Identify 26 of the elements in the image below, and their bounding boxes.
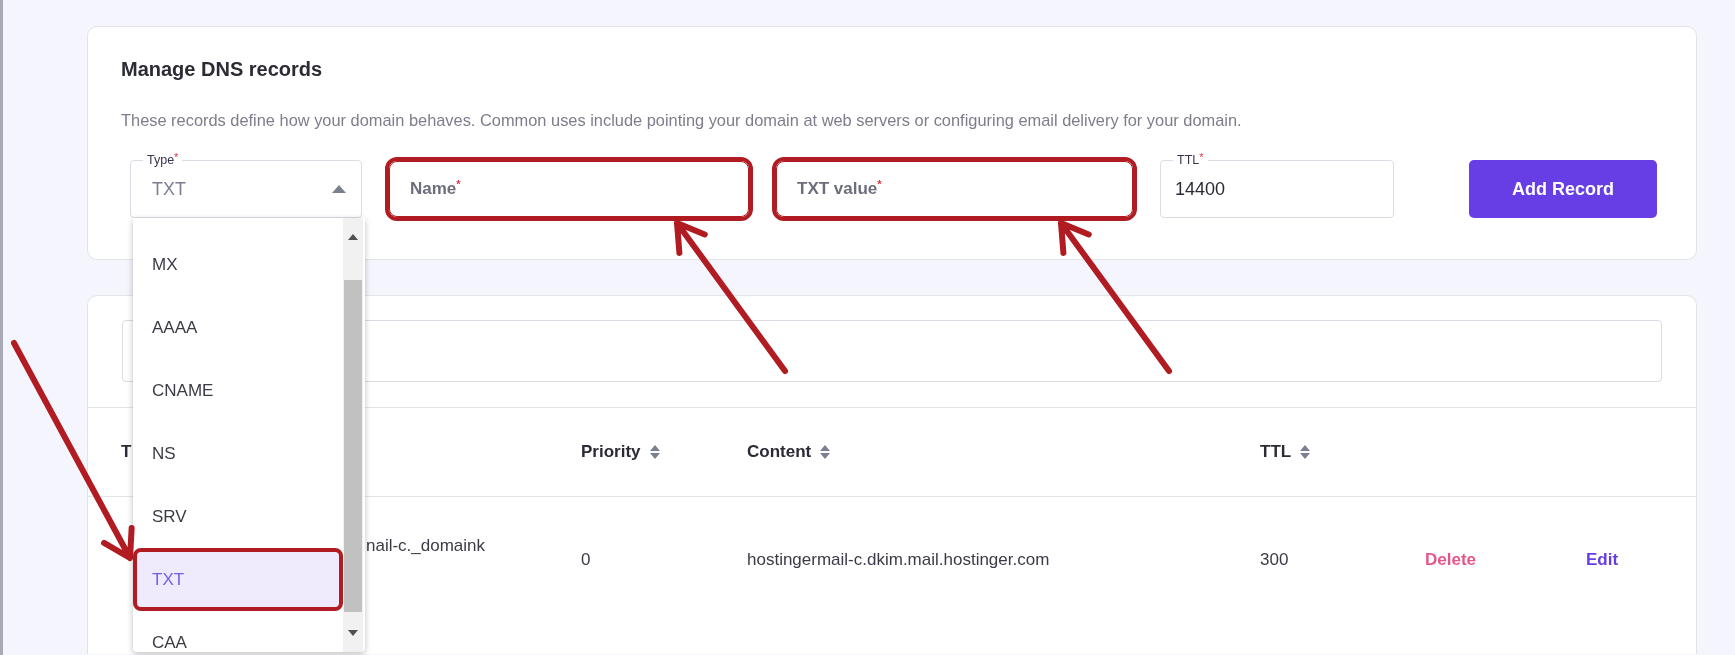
sort-icon: [1300, 445, 1311, 459]
field-label: Type$^{*}$: [143, 152, 183, 168]
section-title: Manage DNS records: [121, 57, 324, 81]
add-record-button[interactable]: Add Record: [1469, 160, 1657, 218]
column-header[interactable]: Priority: [581, 442, 747, 462]
dropdown-option[interactable]: AAAA: [133, 296, 343, 359]
table-cell-text: nail-c._domaink: [365, 535, 487, 556]
table-cell-text: 0: [581, 549, 592, 570]
field-placeholder: Name$^{*}$: [410, 179, 461, 199]
sort-icon: [820, 445, 831, 459]
dropdown-option[interactable]: SRV: [133, 485, 343, 548]
sort-icon: [649, 445, 660, 459]
table-cell-text: 300: [1260, 549, 1290, 570]
dropdown-option[interactable]: TXT: [133, 548, 343, 611]
dropdown-option[interactable]: CAA: [133, 611, 343, 652]
field-value: TXT: [152, 178, 186, 200]
dropdown-option[interactable]: CNAME: [133, 359, 343, 422]
column-header[interactable]: TTL: [1260, 442, 1425, 462]
field-placeholder: TXT value$^{*}$: [797, 179, 882, 199]
dropdown-option[interactable]: NS: [133, 422, 343, 485]
table-cell-text: hostingermail-c.dkim.mail.hostinger.com: [747, 549, 1051, 570]
dropdown-option[interactable]: MX: [133, 233, 343, 296]
column-header[interactable]: Content: [747, 442, 1260, 462]
edit-link[interactable]: Edit: [1586, 549, 1619, 570]
field-value: 14400: [1175, 178, 1226, 200]
description-text: These records define how your domain behaves. Common uses include pointing your domain at web servers or configuring email delivery for your domain.: [121, 110, 1243, 130]
